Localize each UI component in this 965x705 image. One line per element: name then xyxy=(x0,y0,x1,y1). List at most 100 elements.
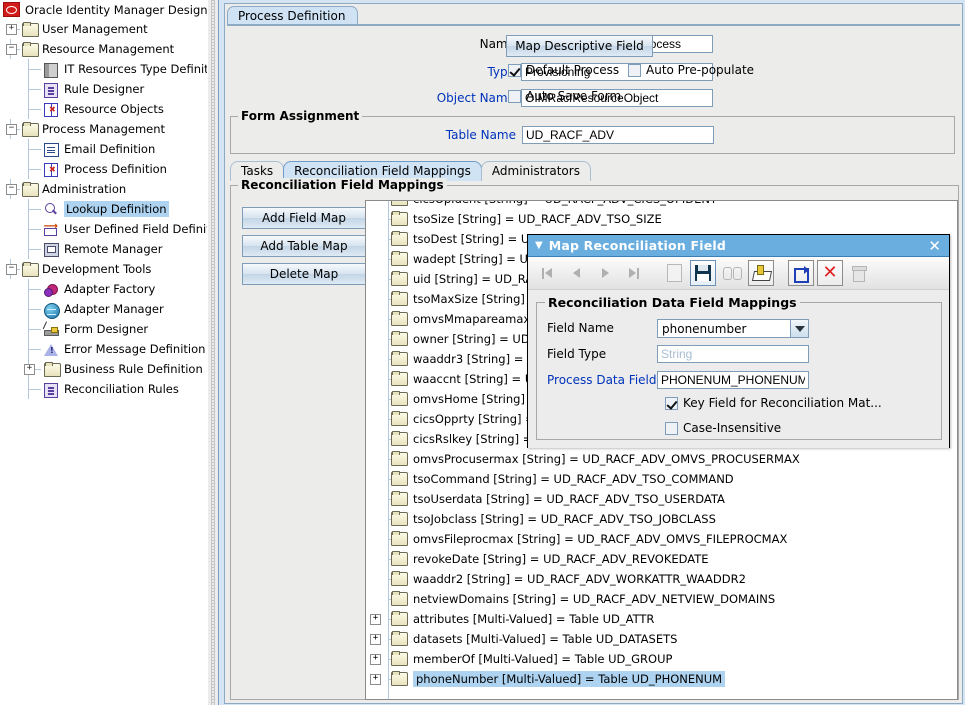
tree-expander[interactable]: + xyxy=(24,364,35,375)
next-record-icon[interactable] xyxy=(592,260,618,286)
tree-row[interactable]: + phoneNumber [Multi-Valued] = Table UD_P… xyxy=(366,669,957,689)
sidebar-item-form-designer[interactable]: Form Designer xyxy=(0,319,207,339)
caret-down-icon[interactable]: ▼ xyxy=(535,240,543,251)
tab-administrators[interactable]: Administrators xyxy=(480,161,591,181)
find-icon[interactable] xyxy=(719,260,745,286)
default-process-checkbox[interactable]: Default Process xyxy=(508,63,619,77)
sidebar-item-remote-manager[interactable]: Remote Manager xyxy=(0,239,207,259)
sidebar-item-reconciliation-rules[interactable]: Reconciliation Rules xyxy=(0,379,207,399)
sidebar-item-lookup-definition[interactable]: Lookup Definition xyxy=(0,199,207,219)
folder-icon xyxy=(391,491,408,506)
field-name-combobox[interactable]: phonenumber xyxy=(657,319,809,338)
refresh-icon[interactable] xyxy=(788,260,814,286)
app-title-row: Oracle Identity Manager Design Co xyxy=(0,0,207,19)
sidebar-item-label: Reconciliation Rules xyxy=(64,382,179,396)
tree-row[interactable]: tsoUserdata [String] = UD_RACF_ADV_TSO_U… xyxy=(366,489,957,509)
tree-row[interactable]: revokeDate [String] = UD_RACF_ADV_REVOKE… xyxy=(366,549,957,569)
remote-manager-icon-wrap xyxy=(44,242,60,257)
chevron-down-icon[interactable] xyxy=(790,320,808,337)
add-table-map-button[interactable]: Add Table Map xyxy=(242,235,366,257)
tree-row[interactable]: tsoCommand [String] = UD_RACF_ADV_TSO_CO… xyxy=(366,469,957,489)
tree-row[interactable]: omvsProcusermax [String] = UD_RACF_ADV_O… xyxy=(366,449,957,469)
sidebar-item-user-management[interactable]: + User Management xyxy=(0,19,207,39)
sidebar-item-development-tools[interactable]: − Development Tools xyxy=(0,259,207,279)
case-insensitive-checkbox[interactable]: Case-Insensitive xyxy=(665,421,781,435)
resource-object-icon: ✖ xyxy=(44,103,58,117)
previous-record-icon[interactable] xyxy=(563,260,589,286)
default-process-check-icon xyxy=(508,63,521,77)
tab-process-definition[interactable]: Process Definition xyxy=(227,6,359,25)
sidebar-item-administration[interactable]: − Administration xyxy=(0,179,207,199)
remote-manager-icon xyxy=(44,243,59,257)
auto-prepopulate-check-icon xyxy=(628,63,641,77)
sidebar-item-label: Remote Manager xyxy=(64,242,163,256)
table-name-input[interactable] xyxy=(522,126,714,144)
tree-expander[interactable]: − xyxy=(6,184,17,195)
tree-row[interactable]: + memberOf [Multi-Valued] = Table UD_GROU… xyxy=(366,649,957,669)
tree-row[interactable]: omvsFileprocmax [String] = UD_RACF_ADV_O… xyxy=(366,529,957,549)
tree-expander[interactable]: + xyxy=(6,24,17,35)
tree-expander[interactable]: − xyxy=(6,44,17,55)
tree-expander[interactable]: − xyxy=(6,264,17,275)
tree-line xyxy=(28,229,41,230)
sidebar-item-adapter-factory[interactable]: Adapter Factory xyxy=(0,279,207,299)
folder-icon xyxy=(391,631,408,646)
tree-expander[interactable]: + xyxy=(370,634,381,645)
tree-row-label: tsoCommand [String] = UD_RACF_ADV_TSO_CO… xyxy=(413,472,734,486)
tree-line xyxy=(28,169,41,170)
tree-row[interactable]: netviewDomains [String] = UD_RACF_ADV_NE… xyxy=(366,589,957,609)
process-data-field-input[interactable] xyxy=(657,371,809,389)
map-reconciliation-field-dialog: ▼ Map Reconciliation Field ✕ ✕ Reconcili… xyxy=(527,234,950,448)
server-icon xyxy=(44,63,58,78)
tree-row[interactable]: cicsOpIdent [String] = UD_RACF_ADV_CICS_… xyxy=(366,201,957,209)
dialog-title: Map Reconciliation Field xyxy=(548,238,727,253)
trash-icon[interactable] xyxy=(846,260,872,286)
rule-icon xyxy=(44,383,58,398)
tree-line xyxy=(28,389,41,390)
add-field-map-button[interactable]: Add Field Map xyxy=(242,207,366,229)
tree-expander[interactable]: + xyxy=(370,614,381,625)
sidebar-item-resource-management[interactable]: − Resource Management xyxy=(0,39,207,59)
sidebar-item-it-resources-type-definiti[interactable]: IT Resources Type Definiti xyxy=(0,59,207,79)
last-record-icon[interactable] xyxy=(621,260,647,286)
tree-row-label: cicsOpIdent [String] = UD_RACF_ADV_CICS_… xyxy=(413,201,717,206)
new-record-icon[interactable] xyxy=(661,260,687,286)
tree-expander[interactable]: + xyxy=(370,654,381,665)
sidebar-item-resource-objects[interactable]: ✖ Resource Objects xyxy=(0,99,207,119)
folder-icon xyxy=(391,331,408,346)
tree-row[interactable]: + datasets [Multi-Valued] = Table UD_DATA… xyxy=(366,629,957,649)
folder-icon xyxy=(391,271,408,286)
sidebar-item-error-message-definition[interactable]: ! Error Message Definition xyxy=(0,339,207,359)
folder-icon xyxy=(391,201,408,206)
dialog-title-bar[interactable]: ▼ Map Reconciliation Field ✕ xyxy=(528,235,949,257)
rule-icon xyxy=(44,83,58,98)
sidebar-item-process-management[interactable]: − Process Management xyxy=(0,119,207,139)
tree-row[interactable]: + attributes [Multi-Valued] = Table UD_AT… xyxy=(366,609,957,629)
delete-map-button[interactable]: Delete Map xyxy=(242,263,366,285)
map-descriptive-field-button[interactable]: Map Descriptive Field xyxy=(506,35,653,57)
sidebar-item-label: Resource Management xyxy=(42,42,175,56)
sidebar-item-process-definition[interactable]: ✖ Process Definition xyxy=(0,159,207,179)
tree-row[interactable]: waaddr2 [String] = UD_RACF_ADV_WORKATTR_… xyxy=(366,569,957,589)
close-icon[interactable]: ✕ xyxy=(928,238,941,253)
tree-expander[interactable]: + xyxy=(370,674,381,685)
key-field-checkbox[interactable]: Key Field for Reconciliation Mat... xyxy=(665,396,882,410)
save-icon[interactable] xyxy=(690,260,716,286)
auto-save-form-checkbox[interactable]: Auto Save Form xyxy=(508,89,621,103)
tree-expander[interactable]: − xyxy=(6,124,17,135)
tree-row[interactable]: tsoSize [String] = UD_RACF_ADV_TSO_SIZE xyxy=(366,209,957,229)
sidebar-item-rule-designer[interactable]: Rule Designer xyxy=(0,79,207,99)
rule-icon-wrap xyxy=(44,82,60,98)
sidebar-item-user-defined-field-definiti[interactable]: ⟶ User Defined Field Definiti xyxy=(0,219,207,239)
sidebar-item-business-rule-definition[interactable]: + Business Rule Definition xyxy=(0,359,207,379)
sidebar-item-adapter-manager[interactable]: Adapter Manager xyxy=(0,299,207,319)
first-record-icon[interactable] xyxy=(534,260,560,286)
sidebar-item-email-definition[interactable]: Email Definition xyxy=(0,139,207,159)
assign-icon[interactable] xyxy=(748,260,774,286)
sidebar-tree: + User Management − Resource Management IT R… xyxy=(0,19,207,399)
folder-icon xyxy=(391,571,408,586)
tree-row[interactable]: tsoJobclass [String] = UD_RACF_ADV_TSO_J… xyxy=(366,509,957,529)
auto-prepopulate-checkbox[interactable]: Auto Pre-populate xyxy=(628,63,754,77)
delete-icon[interactable]: ✕ xyxy=(817,260,843,286)
folder-icon-wrap xyxy=(44,362,61,377)
